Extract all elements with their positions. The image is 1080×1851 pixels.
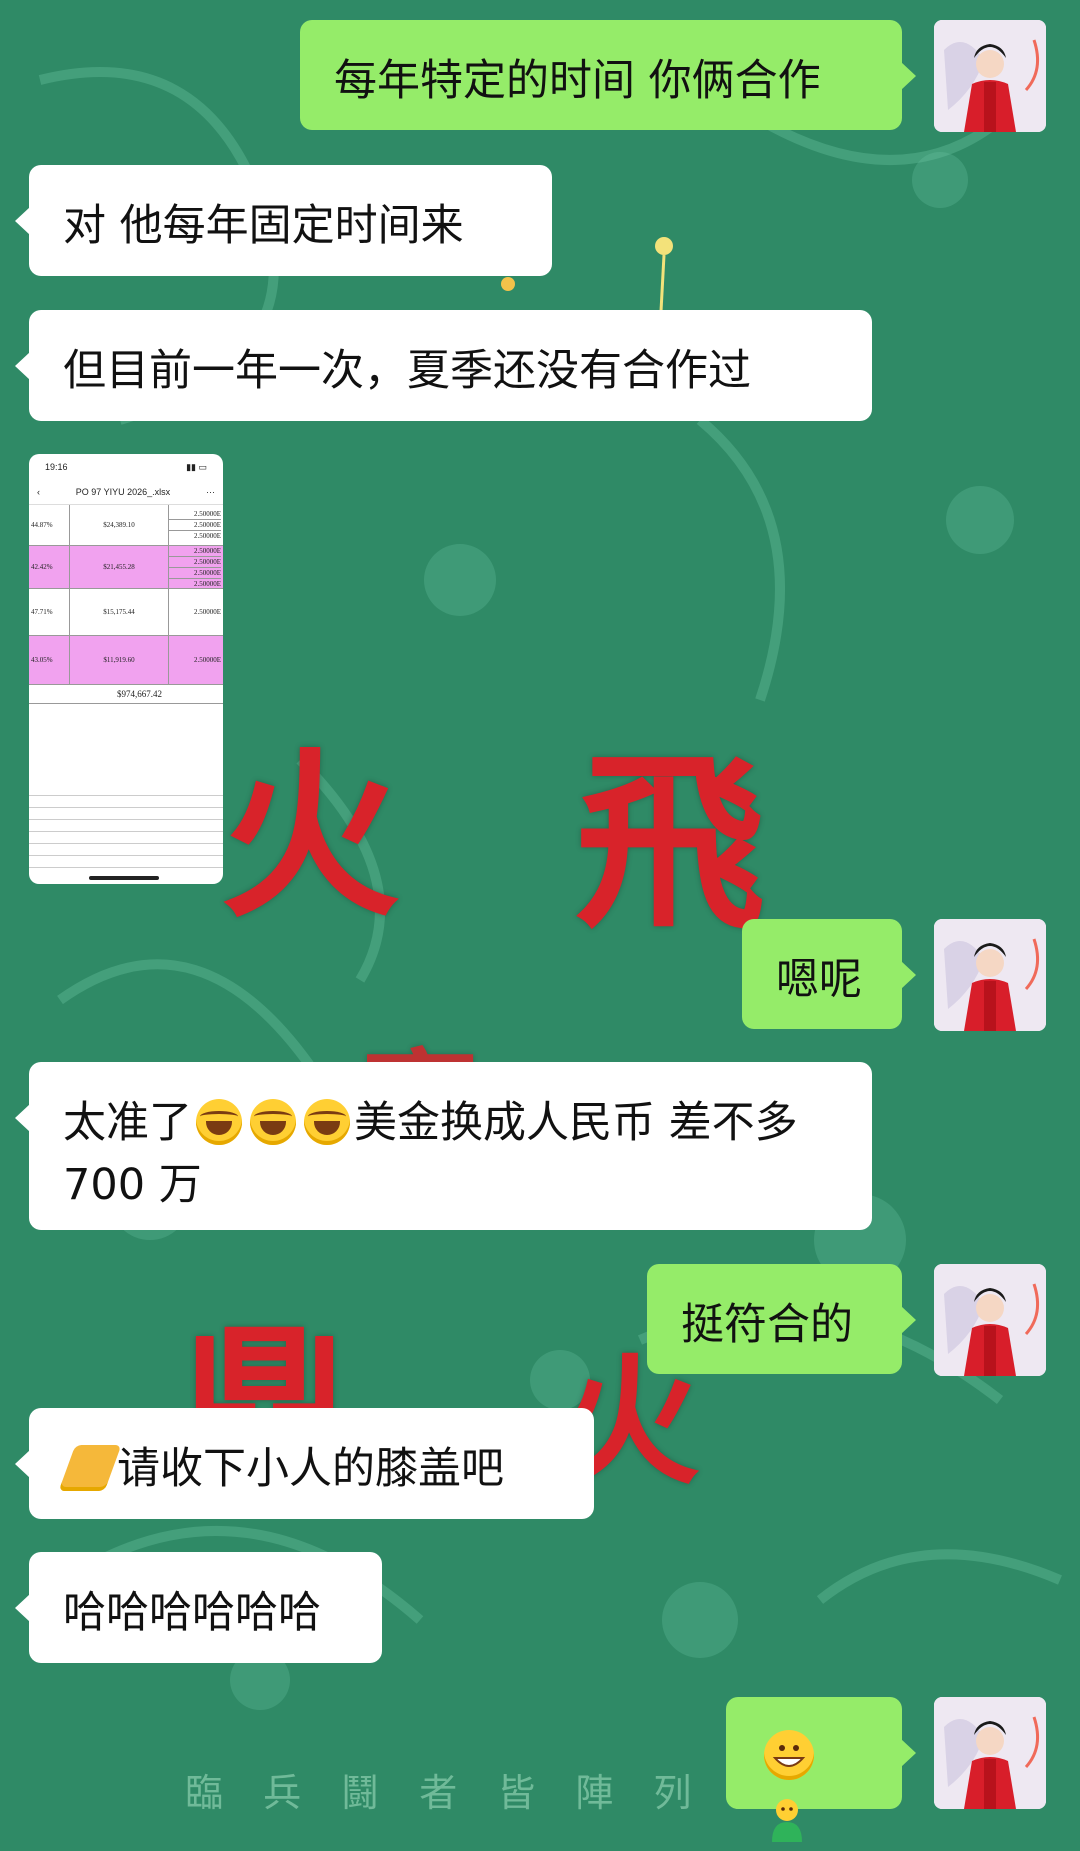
table-cell: 2.50000E 2.50000E 2.50000E	[169, 505, 223, 545]
message-bubble-incoming[interactable]: 哈哈哈哈哈哈	[15, 1552, 382, 1663]
table-cell: 42.42%	[29, 546, 70, 588]
thumbnail-title-bar: ‹ PO 97 YIYU 2026_.xlsx ···	[29, 480, 223, 505]
table-cell-value: 2.50000E	[193, 608, 221, 616]
red-flame-glyph: 火	[220, 731, 401, 942]
message-text: 美金换成人民币 差不多	[354, 1098, 798, 1148]
table-cell: $15,175.44	[70, 589, 169, 635]
table-cell: 44.87%	[29, 505, 70, 545]
table-cell: $24,389.10	[70, 505, 169, 545]
table-cell: 47.71%	[29, 589, 70, 635]
image-message-thumbnail[interactable]: 19:16 ▮▮ ▭ ‹ PO 97 YIYU 2026_.xlsx ··· 4…	[29, 454, 223, 884]
message-bubble-incoming[interactable]: 太准了 美金换成人民币 差不多 700 万	[15, 1062, 872, 1230]
message-bubble-outgoing[interactable]: 每年特定的时间 你俩合作	[300, 20, 916, 130]
table-cell-value: 2.50000E	[193, 579, 221, 588]
message-bubble-incoming[interactable]: 对 他每年固定时间来	[15, 165, 552, 276]
table-cell-value: 2.50000E	[169, 557, 221, 568]
message-text: 每年特定的时间 你俩合作	[334, 56, 821, 106]
table-row: 43.05% $11,919.60 2.50000E	[29, 636, 223, 685]
avatar-image	[934, 919, 1046, 1031]
message-bubble-incoming[interactable]: 请收下小人的膝盖吧	[15, 1408, 594, 1519]
table-cell-value: 2.50000E	[193, 656, 221, 664]
message-bubble-outgoing[interactable]	[726, 1697, 916, 1842]
message-text: 挺符合的	[681, 1300, 853, 1350]
avatar[interactable]	[934, 20, 1046, 132]
green-figure-emoji	[764, 1796, 810, 1842]
red-seal-glyph: 飛	[575, 732, 766, 955]
table-row: 44.87% $24,389.10 2.50000E 2.50000E 2.50…	[29, 505, 223, 546]
message-text: 请收下小人的膝盖吧	[117, 1444, 504, 1494]
table-cell: $11,919.60	[70, 636, 169, 684]
grin-emoji	[764, 1730, 814, 1780]
table-cell: 2.50000E 2.50000E 2.50000E 2.50000E	[169, 546, 223, 588]
background-motto: 臨 兵 鬪 者 皆 陣 列 前	[185, 1771, 784, 1815]
table-cell: 2.50000E	[169, 636, 223, 684]
thumbnail-file-title: PO 97 YIYU 2026_.xlsx	[75, 487, 171, 497]
pray-emoji	[58, 1445, 122, 1491]
table-cell: $21,455.28	[70, 546, 169, 588]
message-text: 对 他每年固定时间来	[63, 201, 464, 251]
table-row: 47.71% $15,175.44 2.50000E	[29, 589, 223, 636]
laughing-crying-emoji	[250, 1099, 296, 1145]
home-indicator	[89, 876, 159, 880]
table-total: $974,667.42	[29, 685, 223, 704]
table-cell-value: 2.50000E	[169, 546, 221, 557]
message-text: 哈哈哈哈哈哈	[63, 1588, 321, 1638]
table-cell: 43.05%	[29, 636, 70, 684]
back-arrow-icon: ‹	[37, 487, 40, 497]
more-icon: ···	[205, 487, 215, 497]
empty-grid-lines	[29, 784, 223, 868]
message-text: 嗯呢	[776, 955, 862, 1005]
thumbnail-status-bar: 19:16 ▮▮ ▭	[29, 454, 223, 480]
avatar-image	[934, 1697, 1046, 1809]
laughing-crying-emoji	[304, 1099, 350, 1145]
message-text: 700 万	[63, 1160, 202, 1210]
avatar[interactable]	[934, 919, 1046, 1031]
table-cell-value: 2.50000E	[169, 520, 221, 531]
avatar-image	[934, 1264, 1046, 1376]
message-bubble-outgoing[interactable]: 挺符合的	[647, 1264, 916, 1374]
avatar[interactable]	[934, 1697, 1046, 1809]
message-bubble-incoming[interactable]: 但目前一年一次，夏季还没有合作过	[15, 310, 872, 421]
thumbnail-time: 19:16	[45, 462, 68, 472]
message-text: 但目前一年一次，夏季还没有合作过	[63, 346, 751, 396]
laughing-crying-emoji	[196, 1099, 242, 1145]
avatar-image	[934, 20, 1046, 132]
table-row: 42.42% $21,455.28 2.50000E 2.50000E 2.50…	[29, 546, 223, 589]
message-bubble-outgoing[interactable]: 嗯呢	[742, 919, 916, 1029]
table-cell-value: 2.50000E	[193, 532, 221, 540]
avatar[interactable]	[934, 1264, 1046, 1376]
table-cell-value: 2.50000E	[169, 568, 221, 579]
message-text: 太准了	[63, 1098, 192, 1148]
table-cell-value: 2.50000E	[169, 509, 221, 520]
battery-icon: ▮▮ ▭	[186, 462, 207, 472]
table-cell: 2.50000E	[169, 589, 223, 635]
